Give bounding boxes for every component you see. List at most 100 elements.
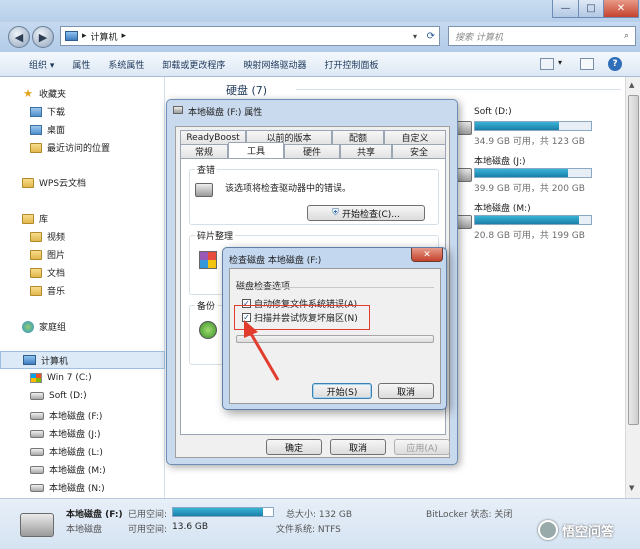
tab-sharing[interactable]: 共享 — [340, 144, 392, 158]
drive-icon — [30, 465, 44, 474]
search-input[interactable]: 搜索 计算机 ⌕ — [448, 26, 636, 46]
sidebar-item-favorites[interactable]: ★ 收藏夹 — [22, 87, 67, 101]
sidebar-item-homegroup[interactable]: 家庭组 — [22, 320, 66, 333]
drive-icon — [30, 392, 44, 400]
refresh-icon[interactable]: ⟳ — [427, 31, 435, 42]
preview-pane-icon[interactable] — [580, 58, 594, 70]
sidebar-item-drive-l[interactable]: 本地磁盘 (L:) — [30, 445, 103, 458]
cancel-button[interactable]: 取消 — [330, 439, 386, 455]
sidebar-item-video[interactable]: 视频 — [30, 230, 65, 243]
sidebar-item-wps[interactable]: WPS云文档 — [22, 176, 86, 189]
map-drive-button[interactable]: 映射网络驱动器 — [234, 58, 315, 71]
search-placeholder: 搜索 计算机 — [455, 32, 503, 43]
sidebar-label: Soft (D:) — [49, 391, 87, 401]
sidebar-item-drive-d[interactable]: Soft (D:) — [30, 391, 87, 401]
video-library-icon — [30, 231, 42, 242]
forward-button[interactable]: ▶ — [32, 26, 54, 48]
music-library-icon — [30, 285, 42, 296]
sidebar-item-desktop[interactable]: 桌面 — [30, 123, 65, 136]
ok-button[interactable]: 确定 — [266, 439, 322, 455]
sidebar-item-drive-j[interactable]: 本地磁盘 (J:) — [30, 427, 101, 440]
tab-quota[interactable]: 配额 — [332, 130, 384, 144]
sidebar-label: WPS云文档 — [39, 179, 87, 189]
control-panel-button[interactable]: 打开控制面板 — [315, 58, 387, 71]
status-usage-bar — [172, 507, 274, 517]
status-bitlocker: BitLocker 状态: 关闭 — [426, 510, 513, 520]
tab-tools[interactable]: 工具 — [228, 142, 284, 158]
sidebar-item-computer[interactable]: 计算机 — [0, 351, 165, 369]
documents-library-icon — [30, 267, 42, 278]
address-text[interactable]: 计算机 — [91, 30, 118, 43]
system-properties-button[interactable]: 系统属性 — [99, 58, 153, 71]
status-usage-fill — [173, 508, 263, 516]
section-header[interactable]: 硬盘 (7) — [226, 82, 267, 98]
drive-d-name[interactable]: Soft (D:) — [474, 107, 512, 117]
properties-button[interactable]: 属性 — [63, 58, 99, 71]
homegroup-icon — [22, 320, 34, 333]
computer-icon — [23, 355, 36, 365]
status-filesystem: 文件系统: NTFS — [276, 525, 341, 535]
status-drive-name: 本地磁盘 (F:) — [66, 510, 123, 520]
address-dropdown-icon[interactable]: ▾ — [413, 32, 417, 41]
sidebar-item-drive-f[interactable]: 本地磁盘 (F:) — [30, 409, 102, 422]
sidebar-label: 图片 — [47, 251, 66, 261]
drive-large-icon — [20, 513, 54, 537]
sidebar-item-drive-m[interactable]: 本地磁盘 (M:) — [30, 463, 106, 476]
sidebar-label: 库 — [39, 215, 49, 225]
view-dropdown-icon[interactable]: ▾ — [558, 58, 562, 67]
tab-general[interactable]: 常规 — [180, 144, 228, 158]
tab-security[interactable]: 安全 — [392, 144, 446, 158]
drive-d-usage-fill — [475, 122, 559, 130]
vertical-scrollbar[interactable]: ▲ ▼ — [625, 77, 640, 498]
sidebar-label: 最近访问的位置 — [47, 144, 111, 154]
sidebar-label: 收藏夹 — [39, 90, 67, 100]
sidebar-item-downloads[interactable]: 下载 — [30, 105, 65, 118]
downloads-folder-icon — [30, 106, 42, 117]
scroll-down-icon[interactable]: ▼ — [629, 484, 634, 492]
check-cancel-button[interactable]: 取消 — [378, 383, 434, 399]
tab-hardware[interactable]: 硬件 — [284, 144, 340, 158]
windows-drive-icon — [30, 373, 42, 383]
drive-icon — [30, 447, 44, 456]
search-icon[interactable]: ⌕ — [624, 31, 629, 41]
start-check-button[interactable]: ⛨ 开始检查(C)... — [307, 205, 425, 221]
minimize-button[interactable]: — — [552, 0, 579, 18]
apply-button[interactable]: 应用(A) — [394, 439, 450, 455]
check-disk-icon — [195, 183, 213, 197]
sidebar-item-libraries[interactable]: 库 — [22, 212, 48, 225]
defrag-icon — [199, 251, 217, 269]
organize-button[interactable]: 组织 ▾ — [20, 58, 63, 71]
start-check-label: 开始检查(C)... — [341, 209, 400, 220]
watermark-text: 悟空问答 — [562, 524, 615, 540]
sidebar-label: 桌面 — [47, 126, 66, 136]
sidebar-item-pictures[interactable]: 图片 — [30, 248, 65, 261]
pictures-library-icon — [30, 249, 42, 260]
drive-m-usage-bar — [474, 215, 592, 225]
close-button[interactable]: ✕ — [603, 0, 639, 18]
check-disk-close-button[interactable]: ✕ — [411, 248, 443, 262]
address-bar[interactable]: ▸ 计算机 ▸ ▾ ⟳ — [60, 26, 440, 46]
status-total: 总大小: 132 GB — [286, 510, 353, 520]
uninstall-button[interactable]: 卸载或更改程序 — [153, 58, 234, 71]
view-options-icon[interactable] — [540, 58, 554, 70]
libraries-icon — [22, 213, 34, 224]
drive-d-usage-bar — [474, 121, 592, 131]
start-button[interactable]: 开始(S) — [312, 383, 372, 399]
drive-j-usage-fill — [475, 169, 568, 177]
help-icon[interactable]: ? — [608, 57, 622, 71]
drive-small-icon — [173, 106, 183, 114]
scroll-up-icon[interactable]: ▲ — [629, 81, 634, 89]
drive-m-name[interactable]: 本地磁盘 (M:) — [474, 201, 531, 214]
sidebar-item-recent[interactable]: 最近访问的位置 — [30, 141, 110, 154]
drive-j-name[interactable]: 本地磁盘 (J:) — [474, 154, 526, 167]
back-button[interactable]: ◀ — [8, 26, 30, 48]
tab-customize[interactable]: 自定义 — [384, 130, 446, 144]
sidebar-item-drive-c[interactable]: Win 7 (C:) — [30, 373, 92, 383]
scroll-thumb[interactable] — [628, 95, 639, 425]
status-drive-type: 本地磁盘 — [66, 525, 103, 535]
sidebar-item-drive-n[interactable]: 本地磁盘 (N:) — [30, 481, 105, 494]
wps-cloud-icon — [22, 177, 34, 188]
sidebar-item-documents[interactable]: 文档 — [30, 266, 65, 279]
maximize-button[interactable]: □ — [578, 0, 604, 18]
sidebar-item-music[interactable]: 音乐 — [30, 284, 65, 297]
